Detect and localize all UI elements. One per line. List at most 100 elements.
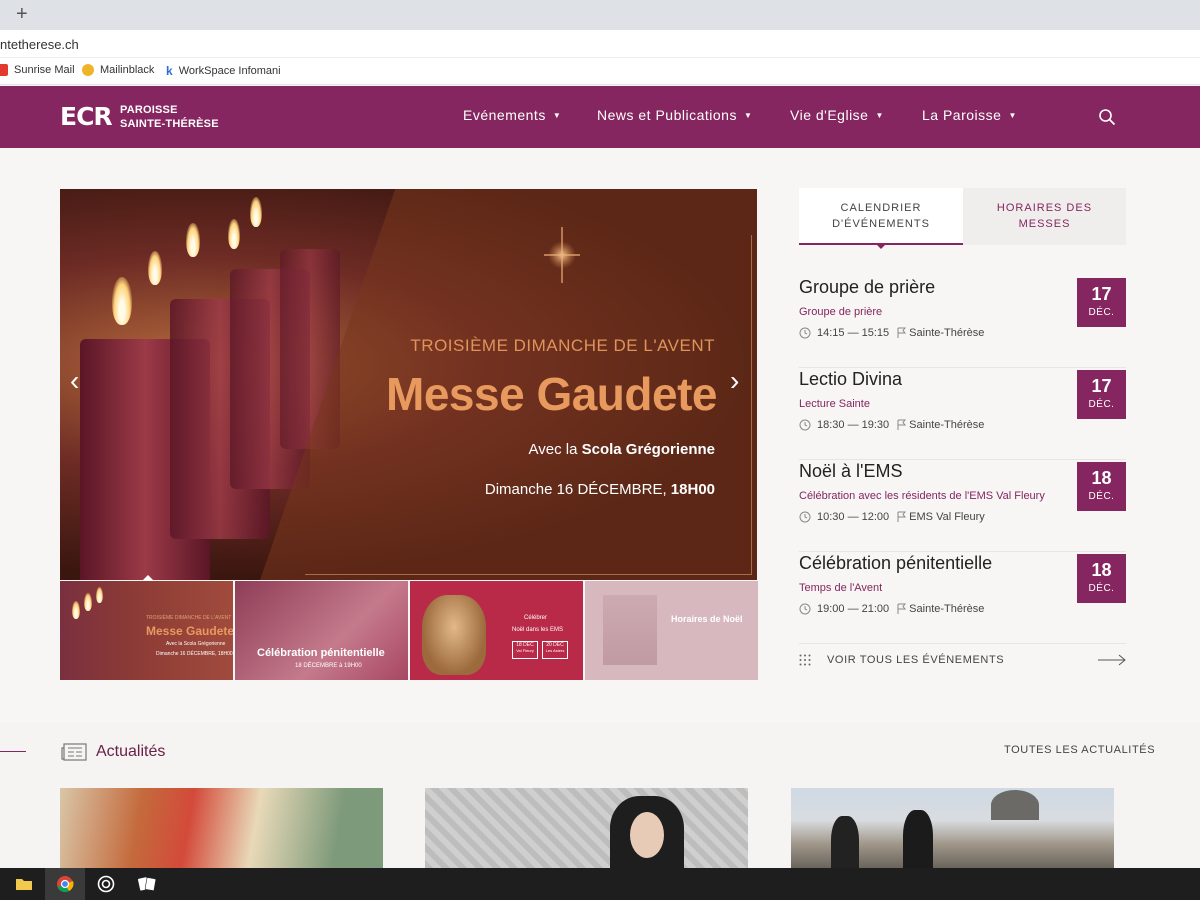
flag-icon: [897, 327, 907, 338]
address-url[interactable]: ntetherese.ch: [0, 37, 79, 52]
bookmark-label: Sunrise Mail: [14, 64, 75, 76]
caret-down-icon: ▼: [1008, 111, 1017, 120]
event-title[interactable]: Noël à l'EMS: [799, 461, 902, 482]
event-item[interactable]: Groupe de prière Groupe de prière 14:15 …: [799, 277, 1126, 368]
badge-month: DÉC.: [1088, 491, 1115, 502]
event-time: 19:00 — 21:00: [817, 603, 890, 615]
taskbar-chrome[interactable]: [45, 868, 85, 900]
event-meta: 14:15 — 15:15 Sainte-Thérèse: [799, 327, 984, 339]
news-card-image[interactable]: [425, 788, 748, 868]
browser-tab-strip: +: [0, 0, 1200, 30]
news-section: Actualités TOUTES LES ACTUALITÉS: [0, 723, 1200, 868]
flag-icon: [897, 419, 907, 430]
event-place: Sainte-Thérèse: [909, 603, 985, 615]
new-tab-button[interactable]: +: [16, 3, 28, 25]
event-item[interactable]: Noël à l'EMS Célébration avec les réside…: [799, 461, 1126, 552]
hero-slider[interactable]: TROISIÈME DIMANCHE DE L'AVENT Messe Gaud…: [60, 189, 757, 580]
caret-down-icon: ▼: [552, 111, 562, 120]
all-events-label: VOIR TOUS LES ÉVÉNEMENTS: [827, 654, 1005, 666]
event-subtitle: Groupe de prière: [799, 306, 883, 318]
tab-pointer-icon: [876, 244, 886, 249]
slider-thumbnails: TROISIÈME DIMANCHE DE L'AVENT Messe Gaud…: [60, 581, 758, 680]
bookmark-workspace[interactable]: k WorkSpace Infomani: [166, 64, 281, 78]
nav-la-paroisse[interactable]: La Paroisse ▼: [922, 107, 1017, 123]
church-image: [603, 595, 657, 665]
thumb-kicker: TROISIÈME DIMANCHE DE L'AVENT: [146, 615, 232, 621]
flame-image: [250, 197, 262, 227]
bookmark-label: WorkSpace Infomani: [178, 65, 281, 77]
flag-icon: [897, 511, 907, 522]
clock-icon: [799, 327, 811, 339]
event-item[interactable]: Lectio Divina Lecture Sainte 18:30 — 19:…: [799, 369, 1126, 460]
event-place: EMS Val Fleury: [909, 511, 985, 523]
slide-kicker: TROISIÈME DIMANCHE DE L'AVENT: [410, 336, 715, 355]
site-header: ECR PAROISSE SAINTE-THÉRÈSE Evénements ▼ …: [0, 86, 1200, 148]
slide-sub-prefix: Avec la: [528, 441, 582, 458]
bookmark-sunrise-mail[interactable]: Sunrise Mail: [0, 64, 75, 76]
nav-news-publications[interactable]: News et Publications ▼: [597, 107, 752, 123]
slide-sub-bold: Scola Grégorienne: [581, 441, 715, 458]
event-title[interactable]: Célébration pénitentielle: [799, 553, 992, 574]
thumb-messe-gaudete[interactable]: TROISIÈME DIMANCHE DE L'AVENT Messe Gaud…: [60, 581, 233, 680]
address-bar[interactable]: ntetherese.ch: [0, 30, 1200, 58]
news-card-image[interactable]: [60, 788, 383, 868]
flame-image: [84, 593, 92, 611]
thumb-celebration-penitentielle[interactable]: Célébration pénitentielle 18 DÉCEMBRE à …: [235, 581, 408, 680]
clock-icon: [799, 511, 811, 523]
badge-month: DÉC.: [1088, 307, 1115, 318]
workspace-icon: k: [166, 64, 173, 78]
arrow-right-icon: [1098, 654, 1126, 666]
all-events-link[interactable]: VOIR TOUS LES ÉVÉNEMENTS: [799, 651, 1126, 671]
nav-label: Vie d'Eglise: [790, 107, 869, 123]
caret-down-icon: ▼: [875, 111, 884, 120]
os-taskbar: [0, 868, 1200, 900]
taskbar-app[interactable]: [86, 868, 126, 900]
news-card-image[interactable]: [791, 788, 1114, 868]
news-title: Actualités: [96, 743, 166, 760]
mailinblack-icon: [82, 64, 94, 76]
flame-image: [148, 251, 162, 285]
taskbar-solitaire[interactable]: [127, 868, 167, 900]
thumb-noel-ems[interactable]: Célébrer Noël dans les EMS 18 DÉC Val Fl…: [410, 581, 583, 680]
nav-label: La Paroisse: [922, 107, 1002, 123]
search-icon[interactable]: [1098, 108, 1116, 126]
slider-next-icon[interactable]: ›: [730, 366, 739, 396]
event-meta: 19:00 — 21:00 Sainte-Thérèse: [799, 603, 984, 615]
event-subtitle: Temps de l'Avent: [799, 582, 883, 594]
thumb-title: Célébrer: [524, 615, 548, 621]
flame-image: [186, 223, 200, 257]
bookmark-mailinblack[interactable]: Mailinblack: [82, 64, 154, 76]
date-badge: 17 DÉC.: [1077, 370, 1126, 419]
tab-label: MESSES: [1018, 218, 1071, 230]
event-tabs: CALENDRIER D'ÉVÉNEMENTS HORAIRES DES MES…: [799, 188, 1126, 245]
logo-mark[interactable]: ECR: [60, 104, 113, 130]
event-item[interactable]: Célébration pénitentielle Temps de l'Ave…: [799, 553, 1126, 644]
all-news-link[interactable]: TOUTES LES ACTUALITÉS: [1004, 744, 1155, 756]
badge-18-dec: 18 DÉC Val Fleury: [512, 641, 538, 659]
nun-face-image: [630, 812, 664, 858]
logo-text[interactable]: PAROISSE SAINTE-THÉRÈSE: [120, 103, 219, 131]
flame-image: [228, 219, 240, 249]
clock-icon: [799, 603, 811, 615]
nav-vie-eglise[interactable]: Vie d'Eglise ▼: [790, 107, 884, 123]
tab-calendrier[interactable]: CALENDRIER D'ÉVÉNEMENTS: [799, 188, 963, 245]
badge-20-dec: 20 DÉC Les Asters: [542, 641, 568, 659]
tab-horaires[interactable]: HORAIRES DES MESSES: [963, 188, 1126, 245]
chrome-icon: [57, 876, 74, 893]
slider-prev-icon[interactable]: ‹: [70, 366, 79, 396]
thumb-horaires-noel[interactable]: Horaires de Noël: [585, 581, 758, 680]
caret-down-icon: ▼: [743, 111, 753, 120]
badge-day: 17: [1091, 284, 1112, 304]
thumb-sub: Avec la Scola Grégorienne: [166, 641, 226, 647]
nativity-image: [422, 595, 486, 675]
taskbar-file-explorer[interactable]: [4, 868, 44, 900]
logo-line1: PAROISSE: [120, 104, 178, 116]
grid-icon: [799, 654, 811, 666]
badge-day: 18: [1091, 560, 1112, 580]
nav-evenements[interactable]: Evénements ▼: [463, 107, 561, 123]
flag-icon: [897, 603, 907, 614]
event-meta: 10:30 — 12:00 EMS Val Fleury: [799, 511, 985, 523]
bookmark-label: Mailinblack: [100, 64, 155, 76]
event-title[interactable]: Groupe de prière: [799, 277, 935, 298]
event-title[interactable]: Lectio Divina: [799, 369, 902, 390]
